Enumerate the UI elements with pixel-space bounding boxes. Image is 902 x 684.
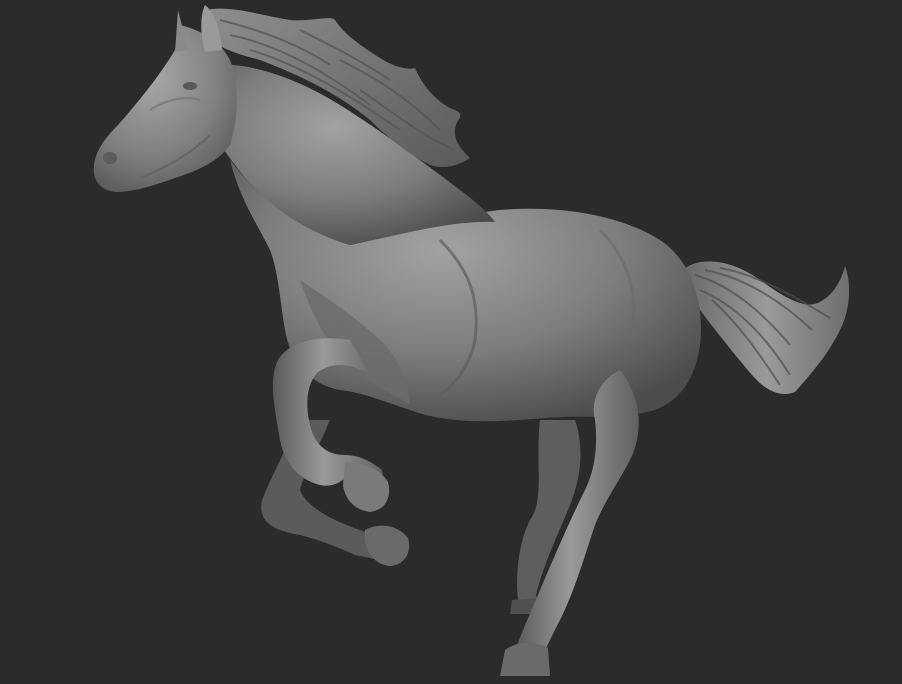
horse-head bbox=[93, 5, 237, 192]
sculpt-viewport[interactable] bbox=[0, 0, 902, 684]
tail bbox=[684, 261, 850, 395]
horse-render bbox=[93, 5, 850, 676]
